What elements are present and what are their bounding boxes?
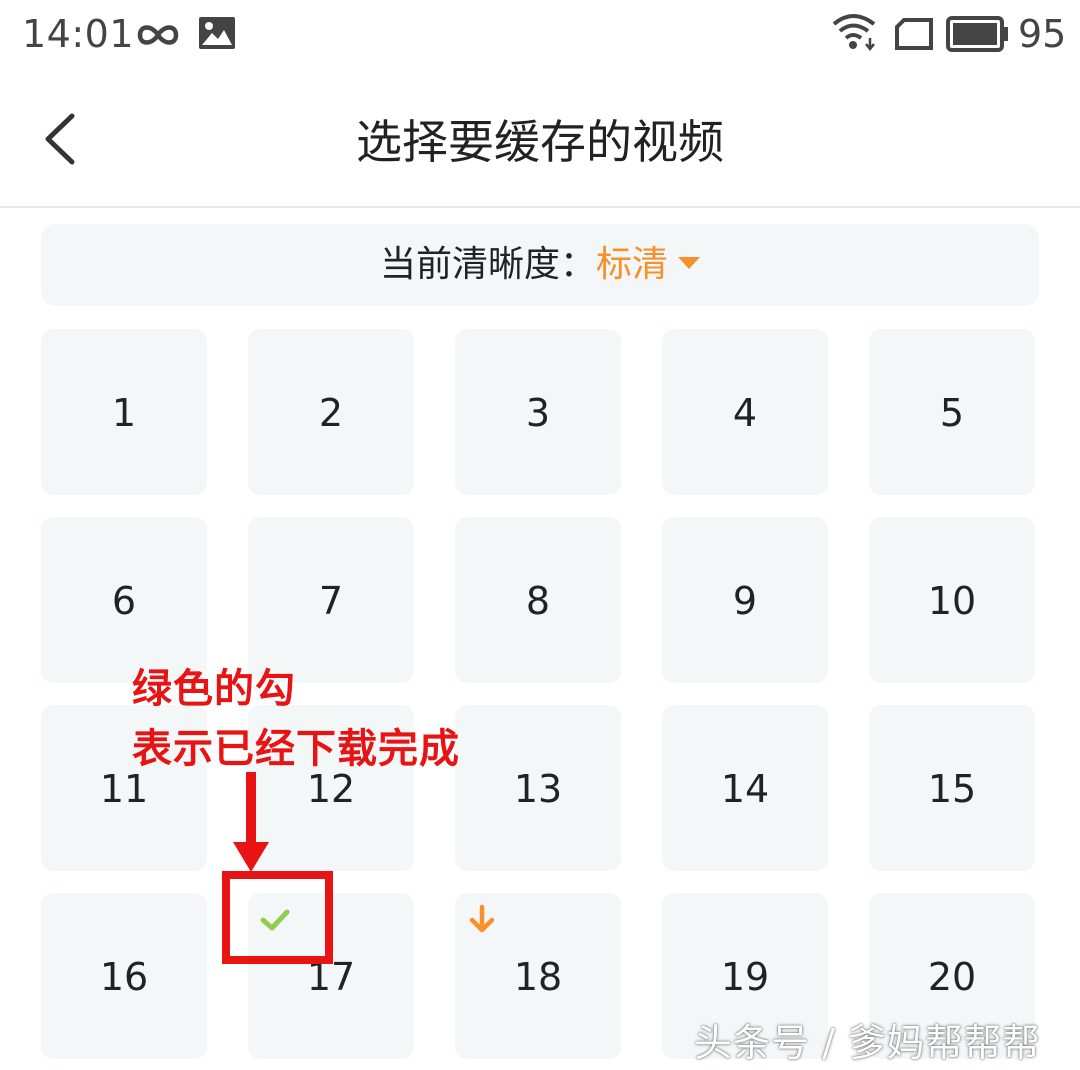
episode-number: 1 (111, 391, 137, 435)
wifi-icon (832, 14, 876, 52)
episode-cell-16[interactable]: 16 (41, 893, 207, 1059)
episode-number: 19 (720, 955, 770, 999)
annotation-arrow-icon (233, 772, 269, 872)
status-bar: 14:01 95 (0, 0, 1080, 72)
episode-cell-4[interactable]: 4 (662, 329, 828, 495)
annotation-text-line1: 绿色的勾 (132, 666, 296, 712)
annotation-highlight-box (222, 871, 333, 964)
episode-number: 2 (318, 391, 344, 435)
image-icon (199, 17, 235, 49)
episode-number: 15 (927, 767, 977, 811)
episode-cell-13[interactable]: 13 (455, 705, 621, 871)
episode-cell-10[interactable]: 10 (869, 517, 1035, 683)
episode-cell-14[interactable]: 14 (662, 705, 828, 871)
episode-number: 20 (927, 955, 977, 999)
episode-number: 3 (525, 391, 551, 435)
watermark: 头条号 / 爹妈帮帮帮 (694, 1021, 1041, 1065)
episode-cell-18[interactable]: 18 (455, 893, 621, 1059)
episode-cell-5[interactable]: 5 (869, 329, 1035, 495)
episode-number: 10 (927, 579, 977, 623)
battery-level: 95 (1018, 12, 1067, 56)
annotation-text-line2: 表示已经下载完成 (132, 726, 460, 772)
episode-number: 5 (939, 391, 965, 435)
quality-value: 标清 (596, 244, 669, 285)
episode-number: 4 (732, 391, 758, 435)
download-arrow-icon (469, 904, 495, 933)
quality-selector[interactable]: 当前清晰度：标清 (41, 224, 1039, 306)
episode-number: 18 (513, 955, 563, 999)
sim-icon (895, 18, 933, 50)
episode-number: 9 (732, 579, 758, 623)
episode-number: 16 (99, 955, 149, 999)
battery-icon (946, 16, 1008, 52)
episode-cell-8[interactable]: 8 (455, 517, 621, 683)
episode-number: 7 (318, 579, 344, 623)
page-title: 选择要缓存的视频 (356, 115, 724, 169)
episode-cell-1[interactable]: 1 (41, 329, 207, 495)
quality-label: 当前清晰度： (379, 244, 596, 285)
nav-bar: 选择要缓存的视频 (0, 72, 1080, 208)
episode-number: 8 (525, 579, 551, 623)
infinity-icon (137, 25, 179, 45)
status-time: 14:01 (22, 12, 135, 56)
episode-cell-9[interactable]: 9 (662, 517, 828, 683)
episode-cell-3[interactable]: 3 (455, 329, 621, 495)
episode-number: 13 (513, 767, 563, 811)
episode-number: 6 (111, 579, 137, 623)
episode-cell-15[interactable]: 15 (869, 705, 1035, 871)
caret-down-icon (678, 257, 701, 269)
episode-number: 14 (720, 767, 770, 811)
episode-cell-2[interactable]: 2 (248, 329, 414, 495)
